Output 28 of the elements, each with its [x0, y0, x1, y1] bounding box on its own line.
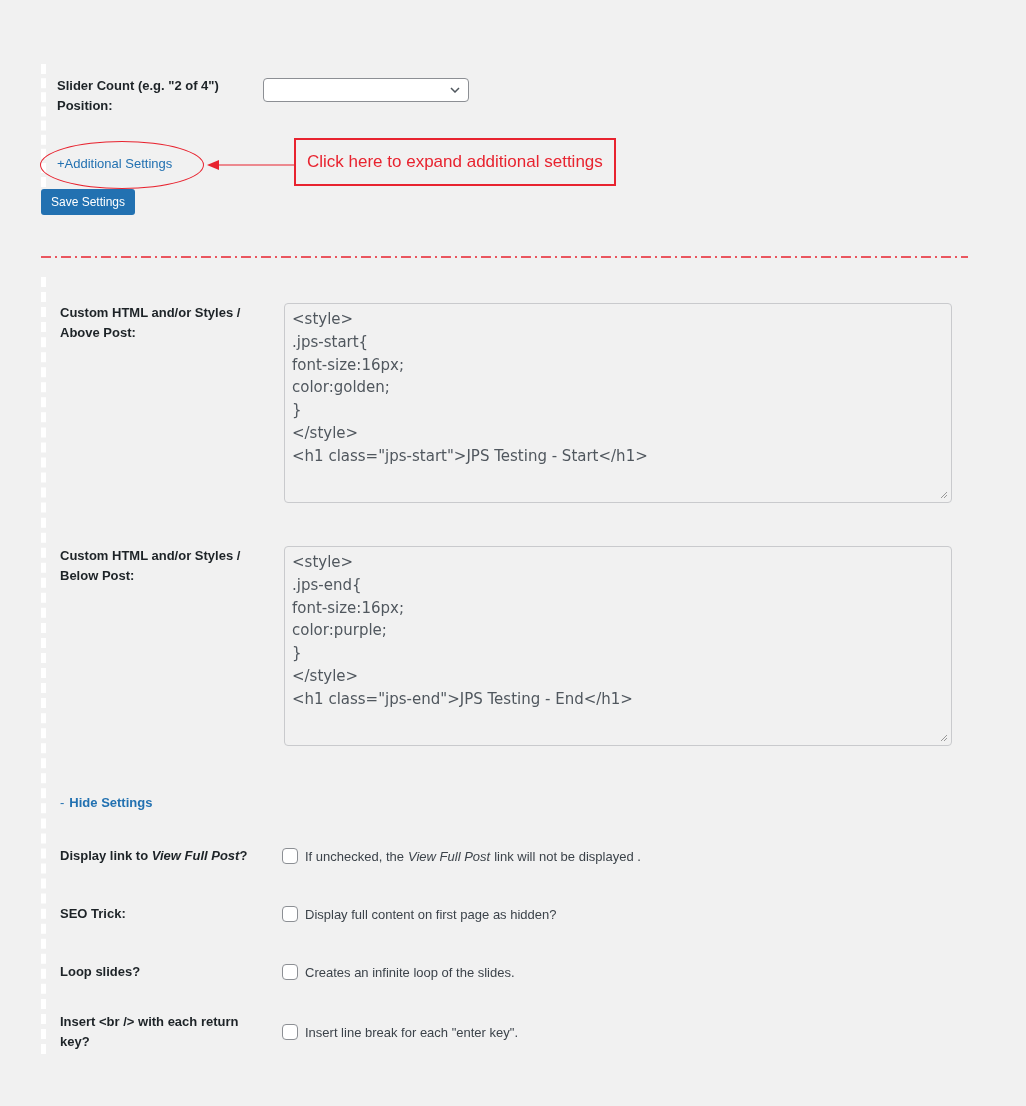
code-textarea[interactable]: <style> .jps-start{ font-size:16px; color:golden; } </style> <h1 class="jps-start">JPS Testing - Start</h1> — [284, 303, 952, 503]
option-label: Display link to View Full Post? — [60, 847, 249, 865]
select-dropdown[interactable] — [263, 78, 469, 102]
code-textarea[interactable]: <style> .jps-end{ font-size:16px; color:purple; } </style> <h1 class="jps-end">JPS Testing - End</h1> — [284, 546, 952, 746]
option-description: If unchecked, the — [305, 848, 404, 864]
option-label: SEO Trick: — [60, 905, 127, 923]
option-label: Loop slides? — [60, 963, 142, 981]
checkbox[interactable] — [282, 1024, 298, 1040]
resize-grip-icon — [940, 734, 948, 742]
option-label: Insert <br /> with each return key? — [60, 1013, 240, 1051]
field-label: Slider Count (e.g. "2 of 4") Position: — [57, 77, 220, 115]
save-settings-button[interactable]: Save Settings — [41, 189, 136, 215]
option-description: View Full Post — [408, 848, 491, 864]
option-description: Insert line break for each "enter key". — [305, 1024, 518, 1040]
dash-text: - — [60, 795, 65, 810]
annotation-callout: Click here to expand additional settings — [294, 138, 616, 186]
hide-settings-link[interactable]: Hide Settings — [69, 795, 153, 810]
option-description: link will not be displayed . — [494, 848, 641, 864]
checkbox[interactable] — [282, 964, 298, 980]
additional-settings-link[interactable]: +Additional Settings — [57, 156, 173, 171]
option-description: Display full content on first page as hidden? — [305, 906, 557, 922]
checkbox[interactable] — [282, 848, 298, 864]
resize-grip-icon — [940, 491, 948, 499]
field-label: Custom HTML and/or Styles / Above Post: — [60, 304, 242, 342]
field-label: Custom HTML and/or Styles / Below Post: — [60, 547, 242, 585]
checkbox[interactable] — [282, 906, 298, 922]
option-description: Creates an infinite loop of the slides. — [305, 964, 515, 980]
chevron-down-icon — [450, 87, 460, 93]
